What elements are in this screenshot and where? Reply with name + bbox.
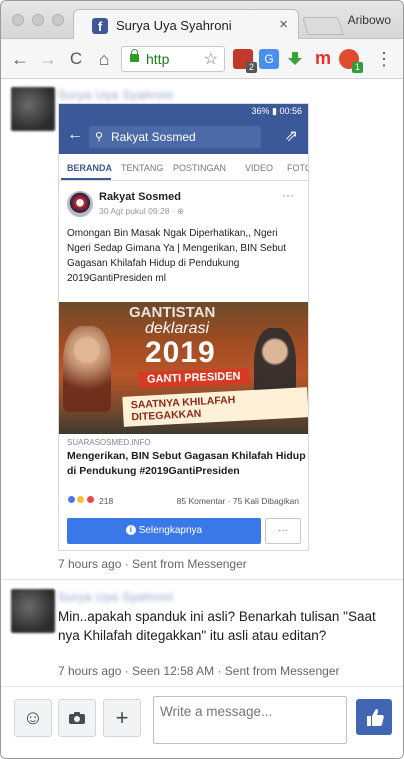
new-tab-button[interactable] xyxy=(302,17,344,35)
post-body: Omongan Bin Masak Ngak Diperhatikan,, Ng… xyxy=(67,228,287,284)
avatar[interactable] xyxy=(11,589,55,633)
selengkapnya-button: i Selengkapnya xyxy=(67,518,261,544)
menu-icon[interactable]: ⋮ xyxy=(373,48,395,70)
sender-name[interactable]: Surya Uya Syahroni xyxy=(58,590,174,604)
lock-icon xyxy=(130,49,139,62)
avatar[interactable] xyxy=(11,87,55,131)
post-more-icon: ··· xyxy=(282,188,294,202)
button-label: Selengkapnya xyxy=(138,525,203,536)
tab-title: Surya Uya Syahroni xyxy=(116,18,232,33)
fb-tab: POSTINGAN xyxy=(173,163,227,173)
emoji-icon[interactable]: ☺ xyxy=(14,699,52,737)
info-icon: i xyxy=(125,525,136,536)
fb-header: ← ⚲ Rakyat Sosmed ⇗ xyxy=(59,120,308,154)
facebook-favicon-icon: f xyxy=(92,18,108,34)
download-extension-icon[interactable] xyxy=(285,49,305,69)
close-window-button[interactable] xyxy=(12,14,24,26)
post-time: 30 Agt pukul 09:28 · ⊕ xyxy=(99,206,185,216)
reaction-count: 218 xyxy=(99,496,114,506)
divider xyxy=(1,579,403,580)
banner-text: SAATNYA KHILAFAH DITEGAKKAN xyxy=(122,387,308,427)
back-arrow-icon[interactable]: ← xyxy=(9,48,31,70)
add-attachment-button[interactable]: + xyxy=(103,699,141,737)
reaction-bar: 218 85 Komentar · 75 Kali Dibagikan xyxy=(67,494,303,510)
minimize-window-button[interactable] xyxy=(32,14,44,26)
browser-tab[interactable]: f Surya Uya Syahroni × xyxy=(73,9,299,40)
profile-name[interactable]: Aribowo xyxy=(348,13,391,27)
fb-search-text: Rakyat Sosmed xyxy=(111,130,196,144)
more-options-button: ··· xyxy=(265,518,301,544)
message-meta: 7 hours ago · Seen 12:58 AM · Sent from … xyxy=(58,664,340,678)
status-right: 36% ▮ 00:56 xyxy=(251,106,303,116)
wow-reaction-icon xyxy=(76,495,86,505)
tab-close-icon[interactable]: × xyxy=(279,16,288,33)
fb-search-bar: ⚲ Rakyat Sosmed xyxy=(89,126,261,148)
fb-tab: FOTO xyxy=(287,163,308,173)
browser-window: f Surya Uya Syahroni × Aribowo ← → C ⌂ h… xyxy=(0,0,404,759)
fb-page-tabs: BERANDA TENTANG POSTINGAN VIDEO FOTO xyxy=(59,154,308,181)
bookmark-star-icon[interactable]: ☆ xyxy=(204,49,218,69)
m-extension-icon[interactable]: m xyxy=(313,49,333,69)
extension-badge: 2 xyxy=(246,62,257,73)
search-icon: ⚲ xyxy=(95,131,104,143)
page-avatar xyxy=(67,191,93,217)
fb-tab: BERANDA xyxy=(67,163,112,173)
home-icon[interactable]: ⌂ xyxy=(93,48,115,70)
back-arrow-icon: ← xyxy=(67,126,83,143)
banner-text: GANTI PRESIDEN xyxy=(138,368,249,388)
active-tab-underline xyxy=(61,178,111,180)
fb-tab: VIDEO xyxy=(245,163,274,173)
link-source: SUARASOSMED.INFO xyxy=(67,438,151,447)
camera-icon[interactable] xyxy=(58,699,96,737)
banner-text: GANTISTAN xyxy=(129,304,216,321)
banner-person-left xyxy=(63,326,111,412)
shield-extension-icon[interactable]: 2 xyxy=(233,49,257,73)
attached-screenshot[interactable]: 36% ▮ 00:56 ← ⚲ Rakyat Sosmed ⇗ BERANDA … xyxy=(58,103,309,551)
conversation-thread: Surya Uya Syahroni 36% ▮ 00:56 ← ⚲ Rakya… xyxy=(1,79,403,686)
extension-badge: 1 xyxy=(352,62,363,73)
address-bar[interactable]: http ☆ xyxy=(121,46,225,72)
message-text: Min..apakah spanduk ini asli? Benarkah t… xyxy=(58,609,376,643)
link-title: Mengerikan, BIN Sebut Gagasan Khilafah H… xyxy=(67,450,306,477)
love-reaction-icon xyxy=(85,495,95,505)
page-name: Rakyat Sosmed xyxy=(99,191,181,203)
notification-extension-icon[interactable]: 1 xyxy=(339,49,363,73)
zoom-window-button[interactable] xyxy=(52,14,64,26)
message-input[interactable] xyxy=(153,696,347,744)
banner-photo: GANTISTAN deklarasi 2019 GANTI PRESIDEN … xyxy=(59,302,308,434)
thumbs-up-send-button[interactable] xyxy=(356,699,392,735)
message-meta: 7 hours ago · Sent from Messenger xyxy=(58,557,247,571)
title-bar: f Surya Uya Syahroni × Aribowo xyxy=(1,1,403,40)
url-text: http xyxy=(146,51,170,67)
banner-text: 2019 xyxy=(145,336,216,369)
like-reaction-icon xyxy=(67,495,76,505)
share-icon: ⇗ xyxy=(284,128,298,145)
reload-icon[interactable]: C xyxy=(65,48,87,70)
forward-arrow-icon[interactable]: → xyxy=(37,48,59,70)
translate-extension-icon[interactable]: G xyxy=(259,49,279,69)
message-composer: ☺ + xyxy=(1,686,403,758)
sender-name[interactable]: Surya Uya Syahroni xyxy=(58,88,174,102)
phone-status-bar: 36% ▮ 00:56 xyxy=(59,104,308,120)
fb-tab: TENTANG xyxy=(121,163,164,173)
comments-shares: 85 Komentar · 75 Kali Dibagikan xyxy=(176,496,299,506)
thumbs-up-icon xyxy=(367,709,384,726)
browser-toolbar: ← → C ⌂ http ☆ 2 G m 1 ⋮ xyxy=(1,39,403,79)
